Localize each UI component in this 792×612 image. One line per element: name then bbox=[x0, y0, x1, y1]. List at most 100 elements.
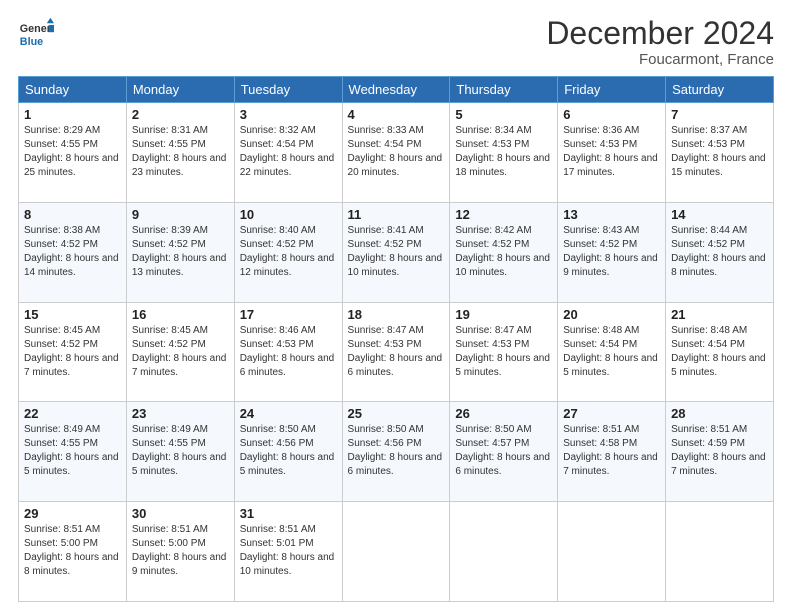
calendar-week-row: 29 Sunrise: 8:51 AMSunset: 5:00 PMDaylig… bbox=[19, 502, 774, 602]
table-row: 11 Sunrise: 8:41 AMSunset: 4:52 PMDaylig… bbox=[342, 202, 450, 302]
table-row: 12 Sunrise: 8:42 AMSunset: 4:52 PMDaylig… bbox=[450, 202, 558, 302]
table-row: 6 Sunrise: 8:36 AMSunset: 4:53 PMDayligh… bbox=[558, 103, 666, 203]
col-thursday: Thursday bbox=[450, 77, 558, 103]
day-number: 12 bbox=[455, 207, 552, 222]
calendar-week-row: 15 Sunrise: 8:45 AMSunset: 4:52 PMDaylig… bbox=[19, 302, 774, 402]
day-number: 19 bbox=[455, 307, 552, 322]
page: General Blue December 2024 Foucarmont, F… bbox=[0, 0, 792, 612]
day-number: 11 bbox=[348, 207, 445, 222]
day-number: 31 bbox=[240, 506, 337, 521]
col-tuesday: Tuesday bbox=[234, 77, 342, 103]
day-number: 28 bbox=[671, 406, 768, 421]
table-row: 21 Sunrise: 8:48 AMSunset: 4:54 PMDaylig… bbox=[666, 302, 774, 402]
day-number: 2 bbox=[132, 107, 229, 122]
day-number: 17 bbox=[240, 307, 337, 322]
table-row: 9 Sunrise: 8:39 AMSunset: 4:52 PMDayligh… bbox=[126, 202, 234, 302]
table-row: 2 Sunrise: 8:31 AMSunset: 4:55 PMDayligh… bbox=[126, 103, 234, 203]
day-number: 14 bbox=[671, 207, 768, 222]
day-number: 30 bbox=[132, 506, 229, 521]
table-row: 17 Sunrise: 8:46 AMSunset: 4:53 PMDaylig… bbox=[234, 302, 342, 402]
table-row: 8 Sunrise: 8:38 AMSunset: 4:52 PMDayligh… bbox=[19, 202, 127, 302]
day-info: Sunrise: 8:36 AMSunset: 4:53 PMDaylight:… bbox=[563, 125, 658, 178]
table-row: 3 Sunrise: 8:32 AMSunset: 4:54 PMDayligh… bbox=[234, 103, 342, 203]
logo: General Blue bbox=[18, 16, 54, 52]
day-info: Sunrise: 8:34 AMSunset: 4:53 PMDaylight:… bbox=[455, 125, 550, 178]
day-info: Sunrise: 8:50 AMSunset: 4:56 PMDaylight:… bbox=[348, 424, 443, 477]
col-wednesday: Wednesday bbox=[342, 77, 450, 103]
day-number: 25 bbox=[348, 406, 445, 421]
table-row: 20 Sunrise: 8:48 AMSunset: 4:54 PMDaylig… bbox=[558, 302, 666, 402]
day-info: Sunrise: 8:51 AMSunset: 5:01 PMDaylight:… bbox=[240, 524, 335, 577]
table-row: 25 Sunrise: 8:50 AMSunset: 4:56 PMDaylig… bbox=[342, 402, 450, 502]
table-row bbox=[450, 502, 558, 602]
day-info: Sunrise: 8:49 AMSunset: 4:55 PMDaylight:… bbox=[132, 424, 227, 477]
table-row: 15 Sunrise: 8:45 AMSunset: 4:52 PMDaylig… bbox=[19, 302, 127, 402]
day-number: 20 bbox=[563, 307, 660, 322]
day-number: 18 bbox=[348, 307, 445, 322]
svg-text:Blue: Blue bbox=[20, 36, 43, 48]
title-block: December 2024 Foucarmont, France bbox=[546, 16, 774, 68]
table-row: 28 Sunrise: 8:51 AMSunset: 4:59 PMDaylig… bbox=[666, 402, 774, 502]
day-number: 10 bbox=[240, 207, 337, 222]
day-info: Sunrise: 8:49 AMSunset: 4:55 PMDaylight:… bbox=[24, 424, 119, 477]
day-number: 27 bbox=[563, 406, 660, 421]
col-monday: Monday bbox=[126, 77, 234, 103]
day-info: Sunrise: 8:45 AMSunset: 4:52 PMDaylight:… bbox=[132, 325, 227, 378]
day-info: Sunrise: 8:37 AMSunset: 4:53 PMDaylight:… bbox=[671, 125, 766, 178]
day-info: Sunrise: 8:33 AMSunset: 4:54 PMDaylight:… bbox=[348, 125, 443, 178]
day-info: Sunrise: 8:46 AMSunset: 4:53 PMDaylight:… bbox=[240, 325, 335, 378]
table-row: 19 Sunrise: 8:47 AMSunset: 4:53 PMDaylig… bbox=[450, 302, 558, 402]
logo-icon: General Blue bbox=[18, 16, 54, 52]
day-info: Sunrise: 8:51 AMSunset: 5:00 PMDaylight:… bbox=[132, 524, 227, 577]
day-number: 15 bbox=[24, 307, 121, 322]
day-info: Sunrise: 8:32 AMSunset: 4:54 PMDaylight:… bbox=[240, 125, 335, 178]
location: Foucarmont, France bbox=[546, 51, 774, 68]
table-row: 10 Sunrise: 8:40 AMSunset: 4:52 PMDaylig… bbox=[234, 202, 342, 302]
calendar-header-row: Sunday Monday Tuesday Wednesday Thursday… bbox=[19, 77, 774, 103]
day-info: Sunrise: 8:51 AMSunset: 4:58 PMDaylight:… bbox=[563, 424, 658, 477]
table-row: 13 Sunrise: 8:43 AMSunset: 4:52 PMDaylig… bbox=[558, 202, 666, 302]
table-row: 31 Sunrise: 8:51 AMSunset: 5:01 PMDaylig… bbox=[234, 502, 342, 602]
day-number: 26 bbox=[455, 406, 552, 421]
table-row bbox=[342, 502, 450, 602]
day-info: Sunrise: 8:48 AMSunset: 4:54 PMDaylight:… bbox=[671, 325, 766, 378]
day-info: Sunrise: 8:39 AMSunset: 4:52 PMDaylight:… bbox=[132, 225, 227, 278]
day-number: 24 bbox=[240, 406, 337, 421]
day-number: 21 bbox=[671, 307, 768, 322]
day-number: 23 bbox=[132, 406, 229, 421]
day-number: 29 bbox=[24, 506, 121, 521]
day-info: Sunrise: 8:51 AMSunset: 5:00 PMDaylight:… bbox=[24, 524, 119, 577]
day-info: Sunrise: 8:42 AMSunset: 4:52 PMDaylight:… bbox=[455, 225, 550, 278]
table-row: 30 Sunrise: 8:51 AMSunset: 5:00 PMDaylig… bbox=[126, 502, 234, 602]
col-sunday: Sunday bbox=[19, 77, 127, 103]
day-info: Sunrise: 8:43 AMSunset: 4:52 PMDaylight:… bbox=[563, 225, 658, 278]
day-number: 1 bbox=[24, 107, 121, 122]
day-number: 4 bbox=[348, 107, 445, 122]
day-info: Sunrise: 8:50 AMSunset: 4:56 PMDaylight:… bbox=[240, 424, 335, 477]
calendar-week-row: 22 Sunrise: 8:49 AMSunset: 4:55 PMDaylig… bbox=[19, 402, 774, 502]
day-info: Sunrise: 8:50 AMSunset: 4:57 PMDaylight:… bbox=[455, 424, 550, 477]
col-saturday: Saturday bbox=[666, 77, 774, 103]
table-row: 16 Sunrise: 8:45 AMSunset: 4:52 PMDaylig… bbox=[126, 302, 234, 402]
day-number: 22 bbox=[24, 406, 121, 421]
table-row: 14 Sunrise: 8:44 AMSunset: 4:52 PMDaylig… bbox=[666, 202, 774, 302]
table-row: 5 Sunrise: 8:34 AMSunset: 4:53 PMDayligh… bbox=[450, 103, 558, 203]
table-row: 23 Sunrise: 8:49 AMSunset: 4:55 PMDaylig… bbox=[126, 402, 234, 502]
calendar-table: Sunday Monday Tuesday Wednesday Thursday… bbox=[18, 76, 774, 602]
day-info: Sunrise: 8:40 AMSunset: 4:52 PMDaylight:… bbox=[240, 225, 335, 278]
day-info: Sunrise: 8:38 AMSunset: 4:52 PMDaylight:… bbox=[24, 225, 119, 278]
calendar-week-row: 8 Sunrise: 8:38 AMSunset: 4:52 PMDayligh… bbox=[19, 202, 774, 302]
calendar-week-row: 1 Sunrise: 8:29 AMSunset: 4:55 PMDayligh… bbox=[19, 103, 774, 203]
table-row bbox=[666, 502, 774, 602]
day-number: 16 bbox=[132, 307, 229, 322]
table-row: 4 Sunrise: 8:33 AMSunset: 4:54 PMDayligh… bbox=[342, 103, 450, 203]
table-row: 22 Sunrise: 8:49 AMSunset: 4:55 PMDaylig… bbox=[19, 402, 127, 502]
table-row: 24 Sunrise: 8:50 AMSunset: 4:56 PMDaylig… bbox=[234, 402, 342, 502]
table-row: 1 Sunrise: 8:29 AMSunset: 4:55 PMDayligh… bbox=[19, 103, 127, 203]
day-number: 6 bbox=[563, 107, 660, 122]
day-info: Sunrise: 8:45 AMSunset: 4:52 PMDaylight:… bbox=[24, 325, 119, 378]
day-number: 7 bbox=[671, 107, 768, 122]
month-title: December 2024 bbox=[546, 16, 774, 51]
table-row: 7 Sunrise: 8:37 AMSunset: 4:53 PMDayligh… bbox=[666, 103, 774, 203]
day-number: 13 bbox=[563, 207, 660, 222]
